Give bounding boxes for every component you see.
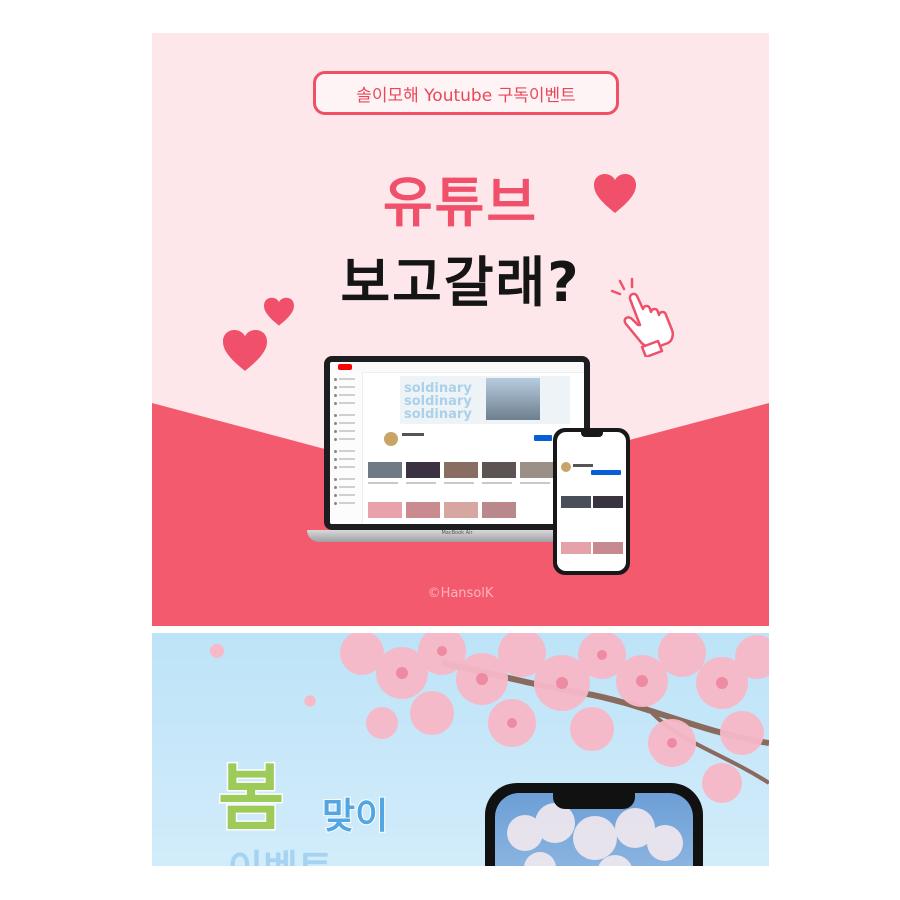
youtube-topbar bbox=[330, 362, 584, 373]
event-label-badge: 솔이모해 Youtube 구독이벤트 bbox=[313, 71, 619, 115]
phone-mockup bbox=[485, 783, 703, 866]
heart-icon bbox=[264, 297, 294, 326]
channel-avatar bbox=[561, 462, 571, 472]
phone-youtube-screenshot bbox=[557, 432, 626, 571]
youtube-logo-icon bbox=[338, 364, 352, 370]
spring-title-sub: 맞이 bbox=[321, 795, 389, 838]
youtube-event-banner: 솔이모해 Youtube 구독이벤트 유튜브 보고갈래? soldinary s… bbox=[152, 33, 769, 626]
youtube-channel-screenshot: soldinary soldinary soldinary bbox=[330, 362, 584, 524]
headline-youtube: 유튜브 bbox=[382, 171, 539, 234]
video-thumbnail bbox=[444, 462, 478, 478]
petal-icon bbox=[304, 695, 316, 707]
event-label-text: 솔이모해 Youtube 구독이벤트 bbox=[356, 85, 576, 106]
video-thumbnail bbox=[561, 496, 591, 508]
video-thumbnail bbox=[406, 502, 440, 518]
video-thumbnail bbox=[444, 502, 478, 518]
spring-event-banner: 봄 맞이 이벤트 bbox=[152, 633, 769, 866]
subscribe-button bbox=[591, 470, 621, 475]
petal-icon bbox=[210, 644, 224, 658]
phone-mockup bbox=[553, 428, 630, 575]
spring-title-line2: 이벤트 bbox=[228, 838, 333, 866]
laptop-screen: soldinary soldinary soldinary bbox=[324, 356, 590, 530]
video-thumbnail bbox=[561, 542, 591, 554]
video-thumbnail bbox=[520, 462, 554, 478]
video-thumbnail bbox=[593, 496, 623, 508]
heart-icon bbox=[594, 174, 636, 213]
headline-question: 보고갈래? bbox=[340, 251, 581, 314]
subscribe-button bbox=[534, 435, 552, 441]
youtube-sidebar bbox=[330, 372, 363, 524]
channel-banner-text: soldinary bbox=[404, 407, 472, 422]
pointing-hand-icon bbox=[610, 277, 675, 357]
phone-blossom-photo bbox=[495, 793, 693, 866]
copyright-text: ©HansolK bbox=[427, 586, 494, 601]
channel-name-line bbox=[402, 433, 424, 436]
spring-title-main: 봄 bbox=[216, 755, 285, 842]
video-thumbnail bbox=[406, 462, 440, 478]
video-thumbnail bbox=[482, 502, 516, 518]
channel-banner-photo bbox=[486, 378, 540, 420]
video-thumbnail bbox=[368, 502, 402, 518]
channel-avatar bbox=[384, 432, 398, 446]
heart-icon bbox=[223, 330, 267, 371]
video-thumbnail bbox=[593, 542, 623, 554]
video-thumbnail bbox=[482, 462, 516, 478]
video-thumbnail bbox=[368, 462, 402, 478]
